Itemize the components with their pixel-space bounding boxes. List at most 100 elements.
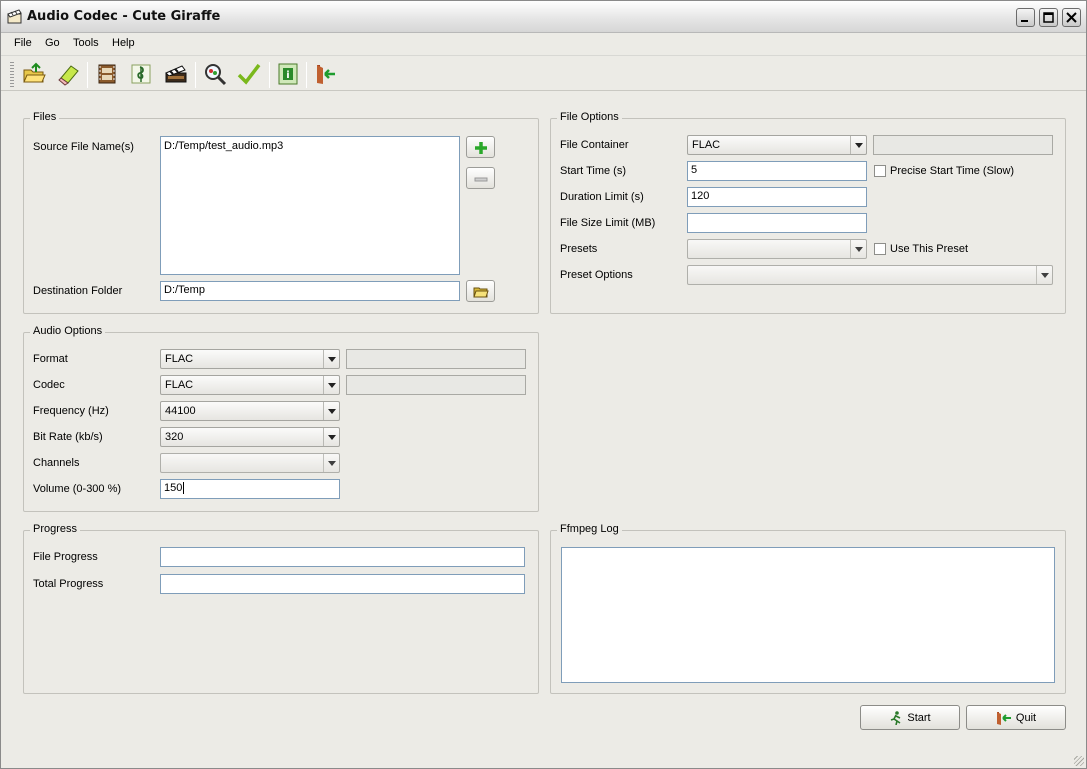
- chevron-down-icon[interactable]: [323, 402, 339, 420]
- file-progress-bar: [160, 547, 525, 567]
- ffmpeg-log-text[interactable]: [561, 547, 1055, 683]
- clapperboard-icon: [165, 65, 187, 83]
- channels-select[interactable]: [160, 453, 340, 473]
- toolbar-separator: [87, 62, 88, 88]
- main-window: Audio Codec - Cute Giraffe File Go Tools…: [0, 0, 1087, 769]
- bit-rate-label: Bit Rate (kb/s): [33, 431, 103, 443]
- toolbar-separator: [269, 62, 270, 88]
- audio-options-group-title: Audio Options: [30, 325, 106, 337]
- file-container-select[interactable]: FLAC: [687, 135, 867, 155]
- add-file-button[interactable]: [466, 136, 495, 158]
- codec-select[interactable]: FLAC: [160, 375, 340, 395]
- running-man-icon: [891, 710, 901, 725]
- chevron-down-icon[interactable]: [323, 350, 339, 368]
- remove-file-button[interactable]: [466, 167, 495, 189]
- start-time-input[interactable]: 5: [687, 161, 867, 181]
- use-preset-checkbox[interactable]: [874, 243, 886, 255]
- bit-rate-value: 320: [165, 431, 184, 443]
- chevron-down-icon[interactable]: [850, 240, 866, 258]
- file-size-limit-input[interactable]: [687, 213, 867, 233]
- svg-text:i: i: [286, 70, 289, 81]
- format-value: FLAC: [165, 353, 194, 365]
- minus-icon: [474, 177, 488, 182]
- minimize-button[interactable]: [1016, 8, 1035, 27]
- volume-value: 150: [164, 482, 183, 494]
- open-folder-icon: [23, 62, 46, 83]
- window-title: Audio Codec - Cute Giraffe: [27, 9, 221, 24]
- inspect-button[interactable]: [201, 60, 229, 88]
- clear-button[interactable]: [55, 60, 83, 88]
- search-icon: [205, 64, 227, 86]
- eraser-icon: [58, 65, 79, 86]
- file-options-group-title: File Options: [557, 111, 622, 123]
- file-progress-label: File Progress: [33, 551, 98, 563]
- maximize-button[interactable]: [1039, 8, 1058, 27]
- frequency-select[interactable]: 44100: [160, 401, 340, 421]
- toolbar-separator: [306, 62, 307, 88]
- file-size-limit-label: File Size Limit (MB): [560, 217, 656, 229]
- preset-options-label: Preset Options: [560, 269, 633, 281]
- files-group-title: Files: [30, 111, 60, 123]
- duration-limit-input[interactable]: 120: [687, 187, 867, 207]
- chevron-down-icon[interactable]: [323, 428, 339, 446]
- preset-options-select[interactable]: [687, 265, 1053, 285]
- format-select[interactable]: FLAC: [160, 349, 340, 369]
- chevron-down-icon[interactable]: [1036, 266, 1052, 284]
- destination-folder-input[interactable]: D:/Temp: [160, 281, 460, 301]
- codec-label: Codec: [33, 379, 65, 391]
- presets-label: Presets: [560, 243, 598, 255]
- checkmark-icon: [237, 63, 261, 85]
- about-button[interactable]: i: [274, 60, 302, 88]
- precise-start-label[interactable]: Precise Start Time (Slow): [890, 165, 1014, 177]
- codec-value: FLAC: [165, 379, 194, 391]
- menu-file[interactable]: File: [14, 37, 32, 49]
- destination-folder-label: Destination Folder: [33, 285, 123, 297]
- info-icon: i: [278, 63, 298, 85]
- quit-button[interactable]: Quit: [966, 705, 1066, 730]
- use-preset-label[interactable]: Use This Preset: [890, 243, 968, 255]
- maximize-icon: [1043, 12, 1054, 23]
- folder-icon: [473, 287, 489, 298]
- quit-arrow-icon: [996, 711, 1011, 725]
- video-button[interactable]: [93, 60, 121, 88]
- volume-input[interactable]: 150: [160, 479, 340, 499]
- resize-grip[interactable]: [1074, 756, 1084, 766]
- progress-group-title: Progress: [30, 523, 81, 535]
- toolbar: i: [1, 55, 1086, 91]
- duration-limit-label: Duration Limit (s): [560, 191, 644, 203]
- precise-start-checkbox[interactable]: [874, 165, 886, 177]
- menu-tools[interactable]: Tools: [73, 37, 99, 49]
- list-item[interactable]: D:/Temp/test_audio.mp3: [164, 140, 456, 152]
- minimize-icon: [1021, 20, 1028, 22]
- frequency-value: 44100: [165, 405, 196, 417]
- start-button[interactable]: Start: [860, 705, 960, 730]
- total-progress-bar: [160, 574, 525, 594]
- chevron-down-icon[interactable]: [850, 136, 866, 154]
- chevron-down-icon[interactable]: [323, 454, 339, 472]
- clapper-button[interactable]: [162, 60, 190, 88]
- bit-rate-select[interactable]: 320: [160, 427, 340, 447]
- plus-icon: [475, 142, 487, 154]
- start-time-label: Start Time (s): [560, 165, 627, 177]
- open-files-button[interactable]: [20, 60, 48, 88]
- film-icon: [98, 64, 116, 84]
- file-container-label: File Container: [560, 139, 629, 151]
- toolbar-grip[interactable]: [10, 62, 14, 88]
- total-progress-label: Total Progress: [33, 578, 104, 590]
- text-caret: [183, 482, 185, 495]
- audio-button[interactable]: [127, 60, 155, 88]
- presets-select[interactable]: [687, 239, 867, 259]
- title-bar[interactable]: Audio Codec - Cute Giraffe: [1, 1, 1086, 33]
- volume-label: Volume (0-300 %): [33, 483, 122, 495]
- browse-folder-button[interactable]: [466, 280, 495, 302]
- close-button[interactable]: [1062, 8, 1081, 27]
- menu-help[interactable]: Help: [112, 37, 135, 49]
- validate-button[interactable]: [235, 60, 263, 88]
- quit-button-label: Quit: [1015, 711, 1037, 724]
- channels-label: Channels: [33, 457, 80, 469]
- menu-go[interactable]: Go: [45, 37, 60, 49]
- chevron-down-icon[interactable]: [323, 376, 339, 394]
- source-file-list[interactable]: D:/Temp/test_audio.mp3: [160, 136, 460, 275]
- quit-toolbar-button[interactable]: [311, 60, 339, 88]
- frequency-label: Frequency (Hz): [33, 405, 109, 417]
